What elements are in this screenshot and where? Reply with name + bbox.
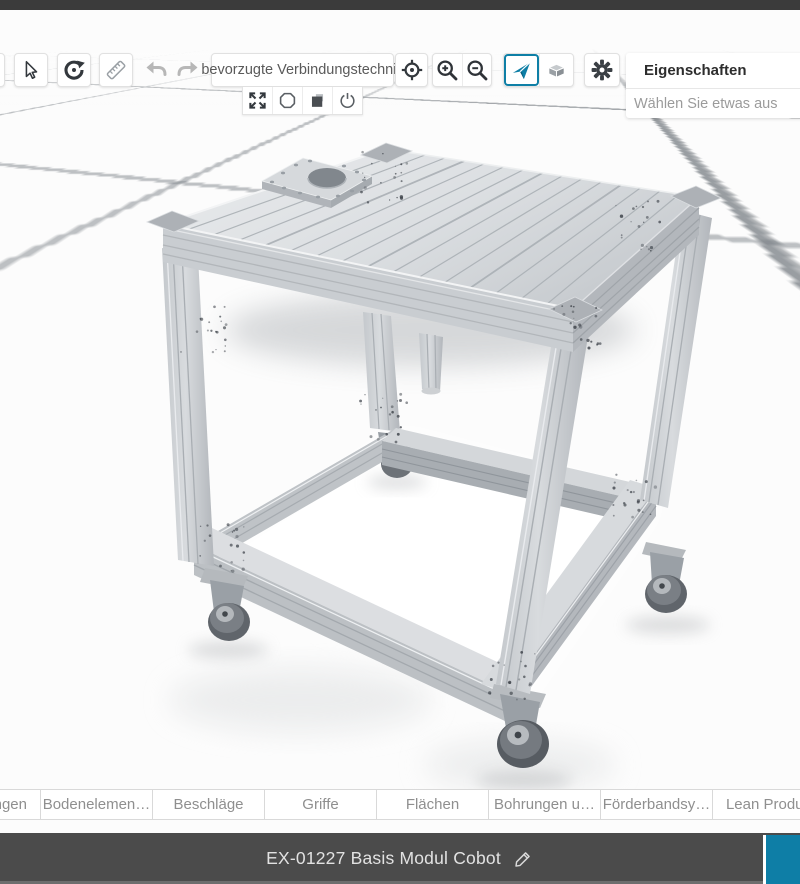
paper-plane-icon <box>510 59 533 82</box>
tab-beschlaege[interactable]: Beschläge <box>152 789 265 820</box>
power-icon <box>338 91 357 110</box>
zoom-out-icon <box>465 58 489 82</box>
wireframe-view-button[interactable] <box>539 54 574 86</box>
tab-flaechen[interactable]: Flächen <box>376 789 489 820</box>
category-tab-bar: ngen Bodenelemen… Beschläge Griffe Fläch… <box>0 789 800 820</box>
brick-icon <box>545 59 568 82</box>
properties-selection-placeholder[interactable]: Wählen Sie etwas aus <box>626 89 800 118</box>
connection-technique-options <box>242 87 363 115</box>
tab-clipped-left[interactable]: ngen <box>0 789 41 820</box>
tab-lean-production[interactable]: Lean Produc <box>712 789 800 820</box>
tab-bodenelemente[interactable]: Bodenelemen… <box>40 789 153 820</box>
tab-bohrungen[interactable]: Bohrungen u… <box>488 789 601 820</box>
view-mode-group <box>503 53 574 87</box>
expand-arrows-icon <box>248 91 267 110</box>
target-icon <box>400 58 424 82</box>
properties-panel-title: Eigenschaften <box>626 53 800 89</box>
tab-foerderbandsysteme[interactable]: Förderbandsy… <box>600 789 713 820</box>
tab-griffe[interactable]: Griffe <box>264 789 377 820</box>
zoom-in-button[interactable] <box>433 54 462 86</box>
3d-viewport[interactable] <box>0 10 800 884</box>
center-view-button[interactable] <box>395 53 428 87</box>
octagon-icon <box>278 91 297 110</box>
undo-button[interactable] <box>142 53 172 87</box>
connection-technique-label[interactable]: bevorzugte Verbindungstechnik <box>211 53 394 87</box>
zoom-group <box>432 53 492 87</box>
zoom-out-button[interactable] <box>462 54 492 86</box>
document-title: EX-01227 Basis Modul Cobot <box>266 848 501 869</box>
clipped-edge-button[interactable] <box>0 53 5 87</box>
cursor-icon <box>20 59 42 81</box>
undo-icon <box>145 59 169 81</box>
properties-panel: Eigenschaften Wählen Sie etwas aus <box>626 53 800 118</box>
power-button[interactable] <box>332 87 362 114</box>
edit-pencil-icon[interactable] <box>512 848 534 870</box>
rotate-icon <box>62 58 86 82</box>
filled-square-button[interactable] <box>302 87 332 114</box>
solid-view-button[interactable] <box>504 54 539 86</box>
filled-square-icon <box>308 91 327 110</box>
redo-button[interactable] <box>172 53 202 87</box>
document-footer-bar: EX-01227 Basis Modul Cobot <box>0 833 800 884</box>
expand-arrows-button[interactable] <box>243 87 272 114</box>
rotate-view-button[interactable] <box>57 53 91 87</box>
connection-technique-panel: bevorzugte Verbindungstechnik <box>211 53 394 87</box>
measure-tool-button[interactable] <box>99 53 133 87</box>
ruler-icon <box>104 58 128 82</box>
select-tool-button[interactable] <box>14 53 48 87</box>
octagon-profile-button[interactable] <box>272 87 302 114</box>
settings-button[interactable] <box>584 53 620 87</box>
gear-icon <box>589 57 615 83</box>
zoom-in-icon <box>435 58 459 82</box>
app-window: { "toolbar": { "connection_panel": { "la… <box>0 0 800 884</box>
chat-widget-clipped[interactable] <box>763 835 800 884</box>
window-top-strip <box>0 0 800 10</box>
redo-icon <box>175 59 199 81</box>
